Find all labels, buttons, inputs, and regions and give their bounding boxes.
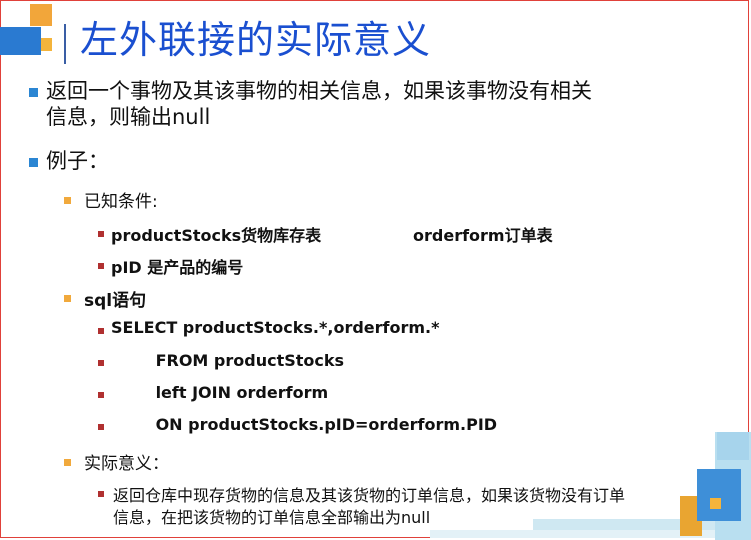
corner-decoration-light-blue [717,432,749,460]
corner-decoration-band-light [430,530,720,538]
sql-bullet-square [98,392,104,398]
sql-bullet-square [98,360,104,366]
sub-bullet-square [64,459,71,466]
item-text: orderform订单表 [413,226,553,245]
item-text-line1: 返回仓库中现存货物的信息及其该货物的订单信息，如果该货物没有订单 [113,486,626,505]
slide-title: 左外联接的实际意义 [80,18,432,62]
corner-decoration-orange-small [710,498,721,509]
item-bullet-square [98,231,104,237]
title-decoration-orange-small [41,38,52,51]
title-decoration-orange [30,4,52,26]
sub-bullet-text: 实际意义： [84,454,169,474]
sql-line: ON productStocks.pID=orderform.PID [111,415,498,434]
item-bullet-square [98,491,104,497]
sub-bullet-square [64,295,71,302]
sql-line: FROM productStocks [111,351,345,370]
sub-bullet-text: 已知条件: [84,192,158,212]
sub-bullet-text: sql语句 [84,291,147,311]
sql-line: left JOIN orderform [111,383,329,402]
title-decoration-blue [0,27,41,55]
item-bullet-square [98,263,104,269]
sub-bullet-square [64,197,71,204]
sql-line: SELECT productStocks.*,orderform.* [111,318,440,337]
bullet-square [29,158,38,167]
bullet-square [29,88,38,97]
item-text: productStocks货物库存表 [111,226,322,245]
bullet-text-line2: 信息，则输出null [46,105,211,129]
item-text-line2: 信息，在把该货物的订单信息全部输出为null [113,508,431,527]
sql-bullet-square [98,424,104,430]
corner-decoration-blue [697,469,741,521]
item-text: pID 是产品的编号 [111,258,244,277]
title-decoration-line [64,24,66,64]
bullet-text: 例子： [46,149,109,173]
sql-bullet-square [98,328,104,334]
